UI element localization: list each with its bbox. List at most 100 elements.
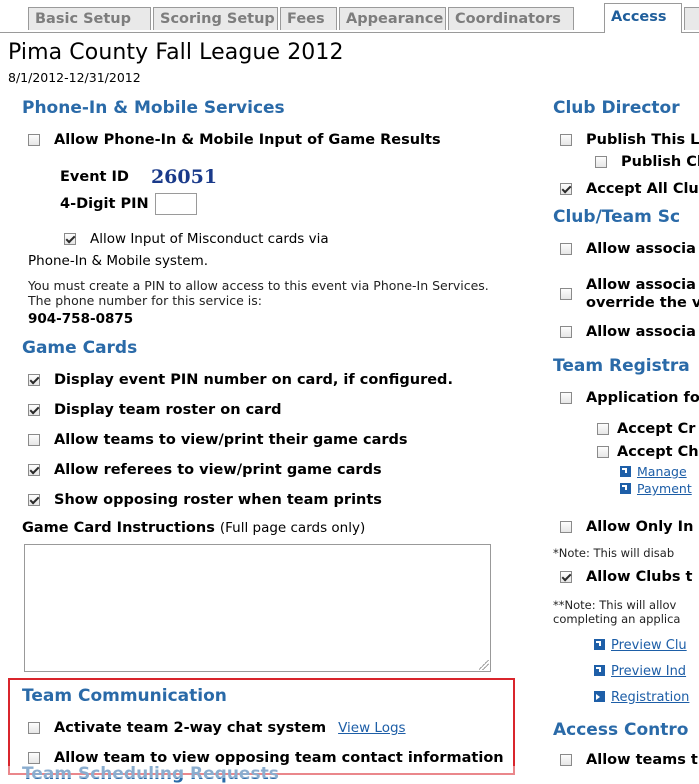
section-heading-access-control: Access Contro bbox=[553, 720, 689, 740]
allow-assoc-label: Allow associa bbox=[586, 324, 696, 340]
accept-cr-checkbox[interactable] bbox=[597, 423, 609, 435]
option-checkbox[interactable] bbox=[28, 434, 40, 446]
external-link-icon bbox=[620, 483, 631, 494]
allow-assoc-override-checkbox[interactable] bbox=[560, 288, 572, 300]
registration-link[interactable]: Registration bbox=[594, 690, 689, 705]
note-2-line-1: **Note: This will allov bbox=[553, 598, 677, 612]
application-label: Application fo bbox=[586, 390, 699, 406]
tab-bar: Basic Setup Scoring Setup Fees Appearanc… bbox=[0, 0, 699, 33]
instructions-label-row: Game Card Instructions (Full page cards … bbox=[22, 520, 365, 536]
game-card-option: Display team roster on card bbox=[28, 402, 281, 418]
tab-next[interactable] bbox=[684, 7, 699, 30]
game-card-option: Show opposing roster when team prints bbox=[28, 492, 382, 508]
accept-all-row: Accept All Clu bbox=[560, 181, 699, 197]
payment-link[interactable]: Payment bbox=[620, 481, 692, 496]
allow-teams-label: Allow teams t bbox=[586, 752, 698, 768]
preview-ind-link[interactable]: Preview Ind bbox=[594, 664, 686, 679]
option-checkbox[interactable] bbox=[28, 494, 40, 506]
option-label: Display team roster on card bbox=[54, 402, 282, 418]
publish-club-row: Publish Clu bbox=[595, 154, 699, 170]
accept-all-label: Accept All Clu bbox=[586, 181, 699, 197]
accept-ch-checkbox[interactable] bbox=[597, 446, 609, 458]
pin-note: You must create a PIN to allow access to… bbox=[28, 278, 489, 308]
misconduct-row: Allow Input of Misconduct cards via bbox=[64, 231, 329, 247]
section-heading-team-registration: Team Registra bbox=[553, 356, 690, 376]
allow-clubs-checkbox[interactable] bbox=[560, 571, 572, 583]
option-checkbox[interactable] bbox=[28, 374, 40, 386]
section-heading-game-cards: Game Cards bbox=[22, 338, 138, 358]
option-label: Allow referees to view/print game cards bbox=[54, 462, 382, 478]
pin-input[interactable] bbox=[154, 193, 197, 215]
accept-cr-row: Accept Cr bbox=[597, 421, 695, 437]
accept-cr-label: Accept Cr bbox=[617, 421, 696, 437]
allow-only-checkbox[interactable] bbox=[560, 521, 572, 533]
instructions-hint: (Full page cards only) bbox=[219, 520, 366, 536]
manage-link[interactable]: Manage bbox=[620, 464, 687, 479]
allow-phone-in-checkbox[interactable] bbox=[28, 134, 40, 146]
event-id-row: Event ID 26051 bbox=[60, 166, 217, 188]
registration-label: Registration bbox=[611, 690, 690, 705]
resize-grip-icon[interactable] bbox=[479, 660, 489, 670]
event-id-value: 26051 bbox=[150, 166, 218, 188]
chat-row: Activate team 2-way chat system View Log… bbox=[28, 720, 406, 736]
event-id-label: Event ID bbox=[60, 169, 129, 185]
application-row: Application fo bbox=[560, 390, 699, 406]
publish-label: Publish This Le bbox=[586, 132, 699, 148]
publish-row: Publish This Le bbox=[560, 132, 699, 148]
section-heading-phone-in: Phone-In & Mobile Services bbox=[22, 98, 285, 118]
manage-label: Manage bbox=[637, 464, 687, 479]
tab-scoring-setup[interactable]: Scoring Setup bbox=[153, 7, 278, 30]
accept-ch-label: Accept Ch bbox=[617, 444, 699, 460]
instructions-textarea[interactable] bbox=[24, 544, 491, 672]
preview-ind-label: Preview Ind bbox=[611, 664, 687, 679]
game-card-option: Display event PIN number on card, if con… bbox=[28, 372, 453, 388]
option-checkbox[interactable] bbox=[28, 404, 40, 416]
note-2-line-2: completing an applica bbox=[553, 612, 681, 626]
allow-only-label: Allow Only In bbox=[586, 519, 694, 535]
publish-club-checkbox[interactable] bbox=[595, 156, 607, 168]
play-icon bbox=[594, 691, 605, 702]
option-label: Show opposing roster when team prints bbox=[54, 492, 382, 508]
option-checkbox[interactable] bbox=[28, 464, 40, 476]
application-checkbox[interactable] bbox=[560, 392, 572, 404]
accept-all-checkbox[interactable] bbox=[560, 183, 572, 195]
phone-number: 904-758-0875 bbox=[28, 311, 134, 327]
misconduct-checkbox[interactable] bbox=[64, 233, 76, 245]
tab-access[interactable]: Access bbox=[604, 3, 682, 33]
tab-fees[interactable]: Fees bbox=[280, 7, 337, 30]
tab-coordinators[interactable]: Coordinators bbox=[448, 7, 574, 30]
instructions-label: Game Card Instructions bbox=[22, 520, 215, 536]
chat-label: Activate team 2-way chat system bbox=[54, 720, 327, 736]
publish-club-label: Publish Clu bbox=[621, 154, 699, 170]
allow-assoc-label: Allow associa bbox=[586, 277, 696, 293]
external-link-icon bbox=[594, 639, 605, 650]
contact-checkbox[interactable] bbox=[28, 752, 40, 764]
preview-club-label: Preview Clu bbox=[611, 638, 687, 653]
allow-clubs-label: Allow Clubs t bbox=[586, 569, 693, 585]
allow-assoc-checkbox[interactable] bbox=[560, 326, 572, 338]
page-title: Pima County Fall League 2012 bbox=[8, 40, 344, 65]
game-card-option: Allow referees to view/print game cards bbox=[28, 462, 382, 478]
section-heading-club-director: Club Director bbox=[553, 98, 680, 118]
allow-phone-in-row: Allow Phone-In & Mobile Input of Game Re… bbox=[28, 132, 441, 148]
allow-assoc-override-text: Allow associa override the v bbox=[586, 276, 699, 312]
option-label: Allow teams to view/print their game car… bbox=[54, 432, 408, 448]
allow-assoc-checkbox[interactable] bbox=[560, 243, 572, 255]
accept-ch-row: Accept Ch bbox=[597, 444, 699, 460]
chat-checkbox[interactable] bbox=[28, 722, 40, 734]
allow-phone-in-label: Allow Phone-In & Mobile Input of Game Re… bbox=[54, 132, 441, 148]
misconduct-label-2: Phone-In & Mobile system. bbox=[28, 253, 209, 269]
tab-appearance[interactable]: Appearance bbox=[339, 7, 446, 30]
allow-only-row: Allow Only In bbox=[560, 519, 693, 535]
section-heading-team-communication: Team Communication bbox=[22, 686, 227, 706]
allow-assoc-override-row: Allow associa override the v bbox=[560, 276, 699, 312]
allow-teams-checkbox[interactable] bbox=[560, 754, 572, 766]
misconduct-label-1: Allow Input of Misconduct cards via bbox=[90, 231, 329, 247]
override-label: override the v bbox=[586, 295, 699, 311]
publish-checkbox[interactable] bbox=[560, 134, 572, 146]
tab-basic-setup[interactable]: Basic Setup bbox=[28, 7, 151, 30]
preview-club-link[interactable]: Preview Clu bbox=[594, 638, 687, 653]
allow-clubs-row: Allow Clubs t bbox=[560, 569, 693, 585]
view-logs-link[interactable]: View Logs bbox=[338, 720, 405, 736]
note-1: *Note: This will disab bbox=[553, 546, 675, 560]
